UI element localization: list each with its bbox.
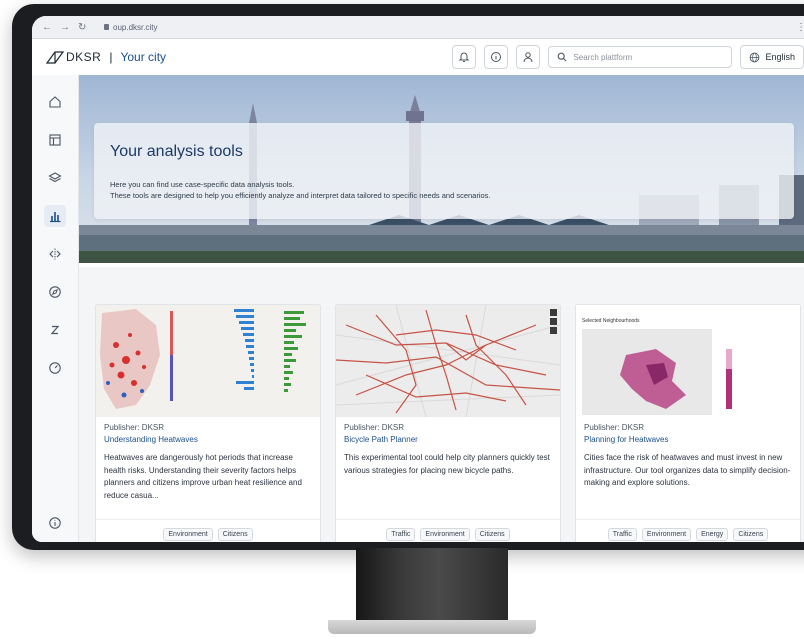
info-icon (491, 52, 502, 62)
tag[interactable]: Citizens (474, 528, 510, 541)
bell-icon (459, 52, 470, 62)
globe-icon (750, 52, 760, 62)
page-title: Your analysis tools (110, 143, 243, 160)
tag[interactable]: Citizens (733, 528, 769, 541)
language-label: English (765, 52, 795, 62)
sidebar-item-monitor[interactable] (44, 357, 66, 379)
tag[interactable]: Citizens (217, 528, 253, 541)
main-content: Your analysis tools Here you can find us… (79, 75, 804, 542)
info-button[interactable] (484, 45, 509, 69)
tag[interactable]: Environment (163, 528, 213, 541)
browser-bar: ← → ↻ oup.dksr.city ⋮ (32, 16, 804, 39)
search-placeholder: Search plattform (573, 52, 633, 62)
browser-nav: ← → ↻ (32, 22, 104, 33)
sidebar-item-layers[interactable] (44, 167, 66, 189)
monitor-frame: ← → ↻ oup.dksr.city ⋮ DKSR | Your city S… (12, 4, 804, 550)
sidebar-item-compare[interactable] (44, 243, 66, 265)
home-icon (49, 96, 61, 108)
card-title[interactable]: Understanding Heatwaves (104, 435, 312, 444)
url-text: oup.dksr.city (113, 22, 158, 32)
tag[interactable]: Environment (420, 528, 470, 541)
neighbourhoods-thumbnail: Selected Neighbourhoods (576, 305, 800, 417)
sidebar-item-home[interactable] (44, 91, 66, 113)
z-icon (50, 325, 60, 335)
card-body: Publisher: DKSR Bicycle Path Planner Thi… (344, 423, 552, 477)
sidebar (32, 75, 79, 542)
card-body: Publisher: DKSR Planning for Heatwaves C… (584, 423, 792, 490)
card-description: This experimental tool could help city p… (344, 453, 550, 475)
search-input[interactable]: Search plattform (548, 46, 733, 68)
card-title[interactable]: Bicycle Path Planner (344, 435, 552, 444)
sidebar-item-sleep[interactable] (44, 319, 66, 341)
browser-menu-icon[interactable]: ⋮ (796, 22, 804, 33)
card-tags: Traffic Environment Energy Citizens (576, 528, 800, 541)
logo-text: DKSR (66, 50, 102, 64)
layers-icon (48, 172, 62, 183)
city-name[interactable]: Your city (120, 50, 166, 64)
compare-icon (49, 248, 61, 260)
reload-icon[interactable]: ↻ (78, 22, 86, 33)
tag[interactable]: Traffic (386, 528, 416, 541)
card-publisher: Publisher: DKSR (104, 423, 165, 432)
page-description-line-1: Here you can find use case-specific data… (110, 180, 295, 189)
header-separator: | (109, 50, 113, 64)
layout-icon (49, 134, 61, 146)
thumb-heading: Selected Neighbourhoods (582, 318, 640, 324)
card-title[interactable]: Planning for Heatwaves (584, 435, 792, 444)
logo[interactable]: DKSR (46, 50, 101, 64)
hero-card: Your analysis tools Here you can find us… (94, 123, 794, 219)
app-header: DKSR | Your city Search plattform Englis… (32, 39, 804, 76)
compass-icon (49, 286, 61, 298)
bicycle-map-thumbnail (336, 305, 560, 417)
card-publisher: Publisher: DKSR (584, 423, 645, 432)
info-circle-icon (49, 517, 61, 529)
forward-arrow-icon[interactable]: → (60, 22, 70, 33)
search-icon (558, 52, 567, 62)
tag[interactable]: Environment (641, 528, 692, 541)
monitor-stand-neck (356, 548, 508, 622)
tool-card-heatwaves[interactable]: Publisher: DKSR Understanding Heatwaves … (95, 304, 321, 542)
page-description-line-2: These tools are designed to help you eff… (110, 191, 491, 200)
back-arrow-icon[interactable]: ← (42, 22, 52, 33)
tag[interactable]: Traffic (607, 528, 637, 541)
sidebar-item-analysis[interactable] (44, 205, 66, 227)
sidebar-item-dashboard[interactable] (44, 129, 66, 151)
card-description: Heatwaves are dangerously hot periods th… (104, 453, 302, 500)
screen: ← → ↻ oup.dksr.city ⋮ DKSR | Your city S… (32, 16, 804, 542)
tool-card-planning-heatwaves[interactable]: Selected Neighbourhoods Publisher: DKSR … (575, 304, 801, 542)
card-divider (96, 519, 320, 520)
address-bar[interactable]: oup.dksr.city (104, 23, 157, 32)
notifications-button[interactable] (452, 45, 477, 69)
tool-card-bicycle[interactable]: Publisher: DKSR Bicycle Path Planner Thi… (335, 304, 561, 542)
gauge-icon (49, 362, 61, 374)
page-description: Here you can find use case-specific data… (110, 179, 491, 201)
profile-button[interactable] (516, 45, 541, 69)
language-selector[interactable]: English (740, 45, 804, 69)
heatwaves-thumbnail (96, 305, 320, 417)
sidebar-item-info[interactable] (44, 512, 66, 534)
card-body: Publisher: DKSR Understanding Heatwaves … (104, 423, 312, 502)
card-tags: Traffic Environment Citizens (336, 528, 560, 541)
bar-chart-icon (50, 212, 61, 223)
header-actions: Search plattform English (452, 45, 804, 69)
lock-icon (104, 24, 109, 30)
tag[interactable]: Energy (696, 528, 729, 541)
card-description: Cities face the risk of heatwaves and mu… (584, 453, 791, 487)
monitor-stand-base (328, 620, 536, 634)
sidebar-item-explore[interactable] (44, 281, 66, 303)
card-divider (336, 519, 560, 520)
user-icon (523, 52, 533, 63)
card-publisher: Publisher: DKSR (344, 423, 405, 432)
hero-banner: Your analysis tools Here you can find us… (79, 75, 804, 267)
card-divider (576, 519, 800, 520)
card-tags: Environment Citizens (96, 528, 320, 541)
dksr-logo-icon (46, 51, 64, 64)
